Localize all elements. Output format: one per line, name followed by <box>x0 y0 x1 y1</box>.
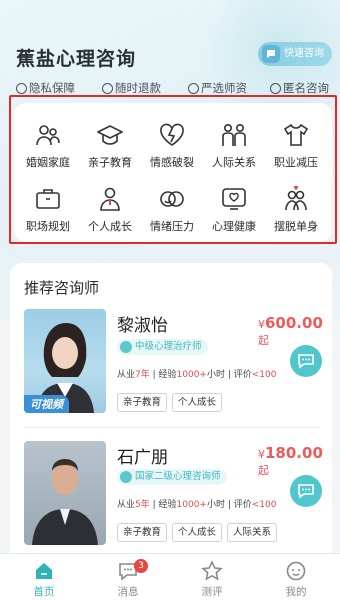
highlight-box <box>9 95 337 244</box>
verified-icon <box>120 471 132 483</box>
feature-refund: 随时退款 <box>102 80 161 96</box>
feature-anonymous: 匿名咨询 <box>270 80 329 96</box>
qualification-badge: 中级心理治疗师 <box>117 339 208 355</box>
tab-messages[interactable]: 消息 3 <box>98 559 158 599</box>
verified-icon <box>120 341 132 353</box>
counselor-stats: 从业5年 | 经验1000+小时 | 评价<100 <box>117 500 277 510</box>
lock-icon <box>270 82 281 94</box>
quick-consult-label: 快速咨询 <box>284 48 324 59</box>
quick-consult-button[interactable]: 快速咨询 <box>258 42 332 66</box>
profile-icon <box>286 561 306 581</box>
recommended-counselors-card: 推荐咨询师 可视频 黎淑怡 ¥600.00起 中级心理治疗师 从业7年 | 经验… <box>10 263 332 563</box>
counselor-price: ¥600.00起 <box>258 314 323 347</box>
unread-badge: 3 <box>134 559 148 573</box>
counselor-price: ¥180.00起 <box>258 444 323 477</box>
qualification-badge: 国家二级心理咨询师 <box>117 469 227 485</box>
specialty-tag[interactable]: 亲子教育 <box>117 393 168 412</box>
section-title: 推荐咨询师 <box>24 279 100 297</box>
tab-home[interactable]: 首页 <box>14 560 74 599</box>
divider <box>24 427 320 428</box>
specialty-tag[interactable]: 人际关系 <box>227 523 278 542</box>
specialty-tag[interactable]: 个人成长 <box>172 393 223 412</box>
chat-button[interactable] <box>290 475 322 507</box>
refund-icon <box>102 82 113 94</box>
specialty-tag[interactable]: 个人成长 <box>172 523 223 542</box>
video-tag: 可视频 <box>24 395 69 413</box>
chat-icon <box>262 45 280 63</box>
chat-button[interactable] <box>290 345 322 377</box>
chat-bubble-icon <box>298 354 314 369</box>
counselor-photo[interactable]: 可视频 <box>24 309 106 413</box>
tab-assessment[interactable]: 测评 <box>182 560 242 599</box>
bottom-tab-bar: 首页 消息 3 测评 我的 <box>0 553 340 600</box>
location-icon <box>188 82 199 94</box>
counselor-photo[interactable] <box>24 441 106 545</box>
counselor-stats: 从业7年 | 经验1000+小时 | 评价<100 <box>117 370 277 380</box>
check-circle-icon <box>16 82 27 94</box>
specialty-tag[interactable]: 亲子教育 <box>117 523 168 542</box>
home-icon <box>36 563 52 579</box>
feature-privacy: 隐私保障 <box>16 80 75 96</box>
feature-selected-teachers: 严选师资 <box>188 80 247 96</box>
counselor-name: 黎淑怡 <box>117 316 168 336</box>
counselor-name: 石广朋 <box>117 448 168 468</box>
tab-profile[interactable]: 我的 <box>266 560 326 599</box>
chat-bubble-icon <box>298 484 314 499</box>
app-title: 蕉盐心理咨询 <box>16 48 137 70</box>
star-icon <box>201 560 223 581</box>
